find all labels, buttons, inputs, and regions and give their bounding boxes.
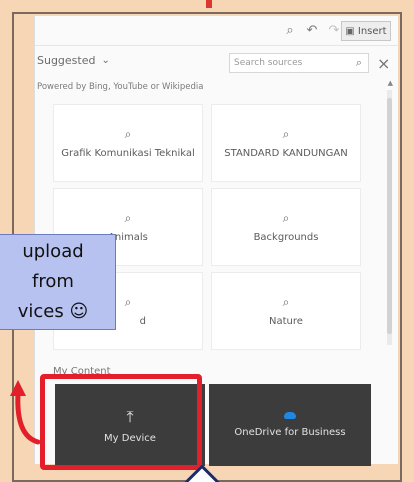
- toolbar: ⌕ ↶ ↷ ▣ Insert: [35, 16, 399, 46]
- insert-icon: ▣: [345, 25, 355, 37]
- tile-label: STANDARD KANDUNGAN: [224, 148, 348, 159]
- top-arrow-pointer: [206, 0, 212, 8]
- tile-nature[interactable]: ⌕ Nature: [211, 272, 361, 350]
- callout-line-3: vices ☺: [17, 301, 89, 322]
- onedrive-label: OneDrive for Business: [234, 427, 346, 438]
- search-icon: ⌕: [282, 295, 290, 309]
- callout-line-2: from: [32, 271, 74, 292]
- search-icon: ⌕: [124, 211, 132, 225]
- scroll-up-icon[interactable]: ▲: [388, 79, 393, 87]
- onedrive-button[interactable]: OneDrive for Business: [209, 384, 371, 466]
- tile-label: Grafik Komunikasi Teknikal: [61, 148, 195, 159]
- insert-label: Insert: [357, 25, 387, 37]
- cloud-icon: [284, 412, 296, 419]
- tile-label: d: [139, 316, 146, 327]
- upload-callout: upload from vices ☺: [0, 234, 116, 330]
- powered-by-text: Powered by Bing, YouTube or Wikipedia: [37, 82, 204, 92]
- undo-icon[interactable]: ↶: [303, 22, 321, 40]
- search-icon: ⌕: [282, 211, 290, 225]
- search-icon[interactable]: ⌕: [281, 22, 299, 40]
- tile-grafik-komunikasi[interactable]: ⌕ Grafik Komunikasi Teknikal: [53, 104, 203, 182]
- tile-backgrounds[interactable]: ⌕ Backgrounds: [211, 188, 361, 266]
- search-icon: ⌕: [124, 295, 132, 309]
- tile-label: Backgrounds: [253, 232, 319, 243]
- tile-standard-kandungan[interactable]: ⌕ STANDARD KANDUNGAN: [211, 104, 361, 182]
- search-input[interactable]: Search sources: [230, 58, 350, 68]
- callout-line-1: upload: [22, 241, 84, 262]
- search-box[interactable]: Search sources ⌕: [229, 53, 369, 73]
- suggested-label: Suggested: [37, 54, 96, 67]
- curved-arrow-icon: [10, 380, 41, 445]
- close-icon[interactable]: ×: [377, 54, 390, 73]
- suggested-dropdown[interactable]: Suggested ⌄: [37, 54, 110, 67]
- chevron-down-icon: ⌄: [101, 55, 110, 66]
- tile-label: Nature: [269, 316, 303, 327]
- scrollbar-thumb[interactable]: [387, 98, 392, 334]
- search-icon: ⌕: [124, 127, 132, 141]
- search-icon[interactable]: ⌕: [350, 56, 368, 70]
- insert-button[interactable]: ▣ Insert: [341, 21, 391, 41]
- filter-row: Suggested ⌄ Search sources ⌕ ×: [35, 48, 399, 74]
- search-icon: ⌕: [282, 127, 290, 141]
